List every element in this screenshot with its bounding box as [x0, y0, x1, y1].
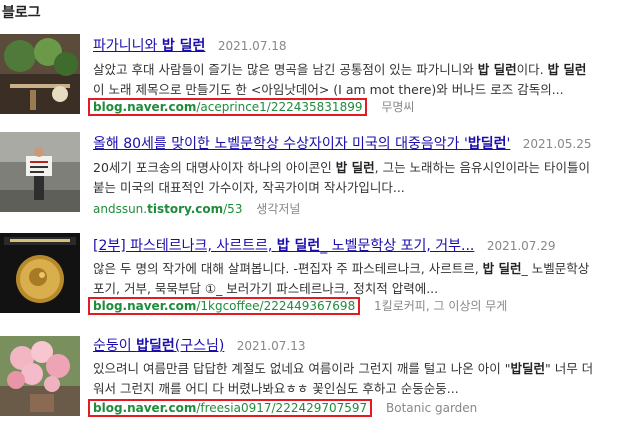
url-highlight-box: blog.naver.com/aceprince1/222435831899 — [88, 98, 368, 116]
result-description: 있으려니 여름만큼 답답한 계절도 없네요 여름이라 그런지 깨를 털고 나온 … — [93, 361, 594, 396]
url-highlight-box: blog.naver.com/1kgcoffee/222449367698 — [88, 297, 361, 315]
result-thumbnail[interactable] — [0, 34, 80, 114]
result-source: andssun.tistory.com/53 생각저널 — [93, 200, 300, 217]
result-author[interactable]: 생각저널 — [256, 202, 300, 216]
result-date: 2021.07.18 — [217, 39, 287, 53]
result-title-link[interactable]: 파가니니와 밥 딜런 — [93, 38, 205, 54]
result-title-link[interactable]: [2부] 파스테르나크, 사르트르, 밥 딜런_ 노벨문학상 포기, 거부... — [93, 238, 474, 254]
result-date: 2021.07.13 — [236, 339, 306, 353]
result-source: blog.naver.com/1kgcoffee/222449367698 1킬… — [88, 297, 507, 315]
result-title-line: 순둥이 밥딜런(구스님) 2021.07.13 — [93, 335, 305, 355]
result-source: blog.naver.com/aceprince1/222435831899 무… — [88, 98, 414, 116]
result-title-link[interactable]: 순둥이 밥딜런(구스님) — [93, 338, 224, 354]
result-thumbnail[interactable] — [0, 336, 80, 416]
result-url[interactable]: blog.naver.com/1kgcoffee/222449367698 — [93, 299, 355, 313]
result-description: 20세기 포크송의 대명사이자 하나의 아이콘인 밥 딜런, 그는 노래하는 음… — [93, 160, 591, 195]
result-url[interactable]: blog.naver.com/freesia0917/222429707597 — [93, 401, 367, 415]
result-author[interactable]: 1킬로커피, 그 이상의 무게 — [374, 299, 507, 313]
url-highlight-box: blog.naver.com/freesia0917/222429707597 — [88, 399, 373, 417]
result-url[interactable]: andssun.tistory.com/53 — [93, 202, 242, 216]
result-author[interactable]: 무명씨 — [381, 100, 414, 114]
result-author[interactable]: Botanic garden — [386, 401, 477, 415]
result-url[interactable]: blog.naver.com/aceprince1/222435831899 — [93, 100, 362, 114]
result-title-line: 올해 80세를 맞이한 노벨문학상 수상자이자 미국의 대중음악가 '밥딜런' … — [93, 133, 592, 153]
result-thumbnail[interactable] — [0, 233, 80, 313]
result-date: 2021.05.25 — [522, 137, 592, 151]
result-title-line: 파가니니와 밥 딜런 2021.07.18 — [93, 35, 287, 55]
result-title-link[interactable]: 올해 80세를 맞이한 노벨문학상 수상자이자 미국의 대중음악가 '밥딜런' — [93, 136, 510, 152]
result-description: 않은 두 명의 작가에 대해 살펴봅니다. -편집자 주 파스테르나크, 사르트… — [93, 261, 590, 296]
result-thumbnail[interactable] — [0, 132, 80, 212]
section-title: 블로그 — [2, 5, 41, 21]
result-source: blog.naver.com/freesia0917/222429707597 … — [88, 399, 477, 417]
result-description: 살았고 후대 사람들이 즐기는 많은 명곡을 남긴 공통점이 있는 파가니니와 … — [93, 62, 587, 97]
result-title-line: [2부] 파스테르나크, 사르트르, 밥 딜런_ 노벨문학상 포기, 거부...… — [93, 235, 556, 255]
result-date: 2021.07.29 — [486, 239, 556, 253]
